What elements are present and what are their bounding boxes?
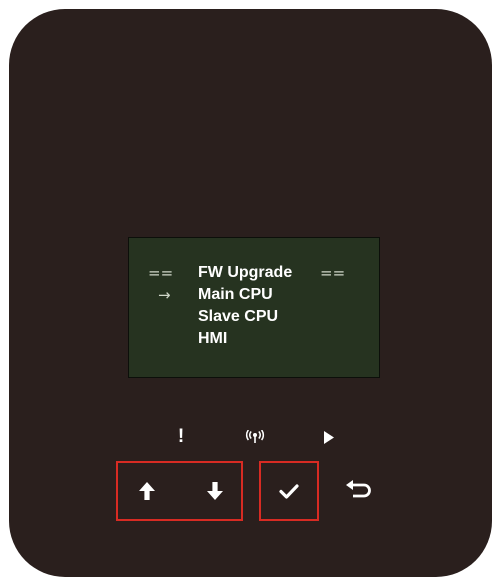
enter-button[interactable] [269,471,309,511]
menu-item-hmi[interactable]: HMI [198,328,227,350]
title-right-decoration: == [320,264,346,282]
arrow-down-icon [207,482,223,500]
down-button[interactable] [195,471,235,511]
wireless-signal-icon [244,429,266,447]
return-arrow-icon [346,480,371,498]
exclamation-icon: ! [177,426,185,447]
arrow-up-icon [139,482,155,500]
lcd-screen: == FW Upgrade == → Main CPU Slave CPU HM… [128,237,380,378]
title-left-decoration: == [148,264,174,282]
play-icon [322,431,336,447]
menu-item-main-cpu[interactable]: Main CPU [198,284,273,306]
screen-title: FW Upgrade [198,264,293,281]
enter-button-frame [259,461,319,521]
back-button[interactable] [339,469,379,509]
checkmark-icon [279,484,299,499]
up-button[interactable] [127,471,167,511]
navigation-button-group [116,461,243,521]
selection-cursor-icon: → [158,286,171,304]
device-front-panel: == FW Upgrade == → Main CPU Slave CPU HM… [9,9,492,577]
menu-item-slave-cpu[interactable]: Slave CPU [198,306,278,328]
